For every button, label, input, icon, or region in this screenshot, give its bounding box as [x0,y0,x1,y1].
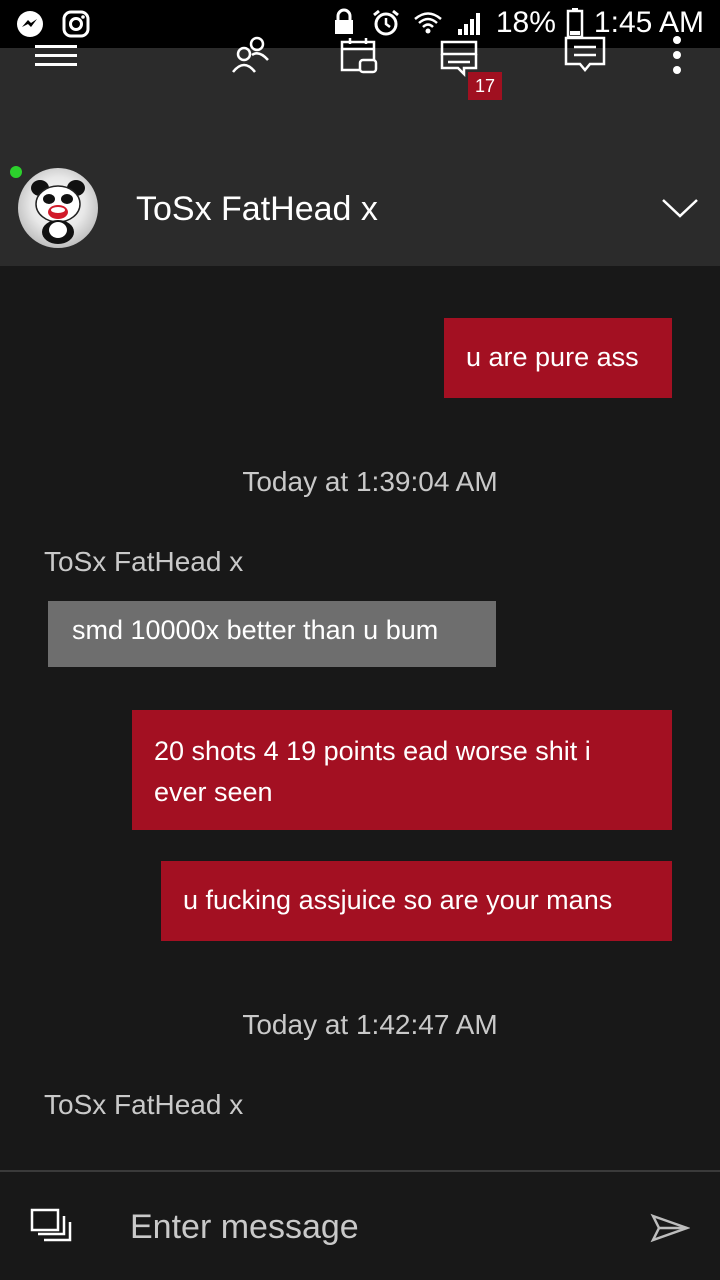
events-icon[interactable] [334,30,384,80]
send-icon[interactable] [650,1212,690,1244]
message-input[interactable]: Enter message [130,1208,359,1247]
chevron-down-icon[interactable] [660,192,700,222]
outgoing-message[interactable]: u fucking assjuice so are your mans [161,861,672,941]
menu-icon[interactable] [32,30,82,80]
avatar[interactable] [18,168,98,248]
sender-name: ToSx FatHead x [44,1089,244,1120]
panda-avatar-image [31,180,85,244]
friends-icon[interactable] [226,30,276,80]
more-options-icon[interactable] [652,30,702,80]
conversation-title: ToSx FatHead x [136,190,378,228]
online-presence-indicator [10,166,22,178]
timestamp: Today at 1:42:47 AM [242,1009,498,1040]
compose-bar [0,1170,720,1280]
messages-badge: 17 [468,72,502,100]
outgoing-message[interactable]: u are pure ass [444,318,672,398]
outgoing-message[interactable]: 20 shots 4 19 points ead worse shit i ev… [132,710,672,830]
activity-feed-icon[interactable] [560,30,610,80]
sender-name: ToSx FatHead x [44,546,244,577]
incoming-message[interactable]: smd 10000x better than u bum [48,601,496,667]
battery-percent: 18% [495,6,556,39]
conversations-icon[interactable] [30,1206,72,1246]
timestamp: Today at 1:39:04 AM [242,466,498,497]
